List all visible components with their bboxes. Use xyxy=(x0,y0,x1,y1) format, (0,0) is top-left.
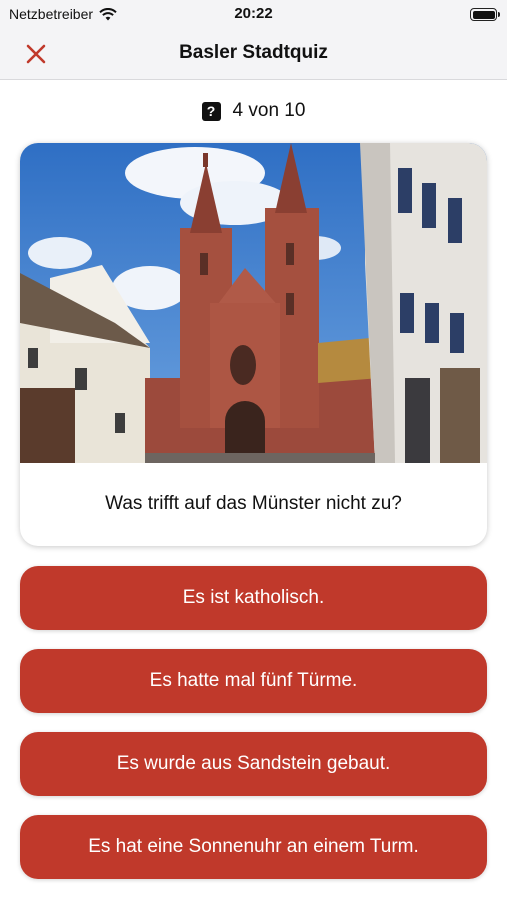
answer-button-4[interactable]: Es hat eine Sonnenuhr an einem Turm. xyxy=(20,815,487,879)
progress-label: 4 von 10 xyxy=(232,100,306,121)
answer-button-1[interactable]: Es ist katholisch. xyxy=(20,566,487,630)
page-title: Basler Stadtquiz xyxy=(179,42,328,63)
question-text: Was trifft auf das Münster nicht zu? xyxy=(105,493,402,514)
question-mark-icon: ? xyxy=(201,101,221,121)
answer-button-3[interactable]: Es wurde aus Sandstein gebaut. xyxy=(20,732,487,796)
question-progress: ? 4 von 10 xyxy=(0,100,507,122)
answer-button-2[interactable]: Es hatte mal fünf Türme. xyxy=(20,649,487,713)
question-card: Was trifft auf das Münster nicht zu? xyxy=(20,143,487,546)
basel-minster-photo xyxy=(20,143,487,463)
nav-bar: Basler Stadtquiz xyxy=(0,28,507,80)
status-bar: Netzbetreiber 20:22 xyxy=(0,0,507,28)
battery-icon xyxy=(470,8,500,21)
status-time: 20:22 xyxy=(234,5,273,22)
